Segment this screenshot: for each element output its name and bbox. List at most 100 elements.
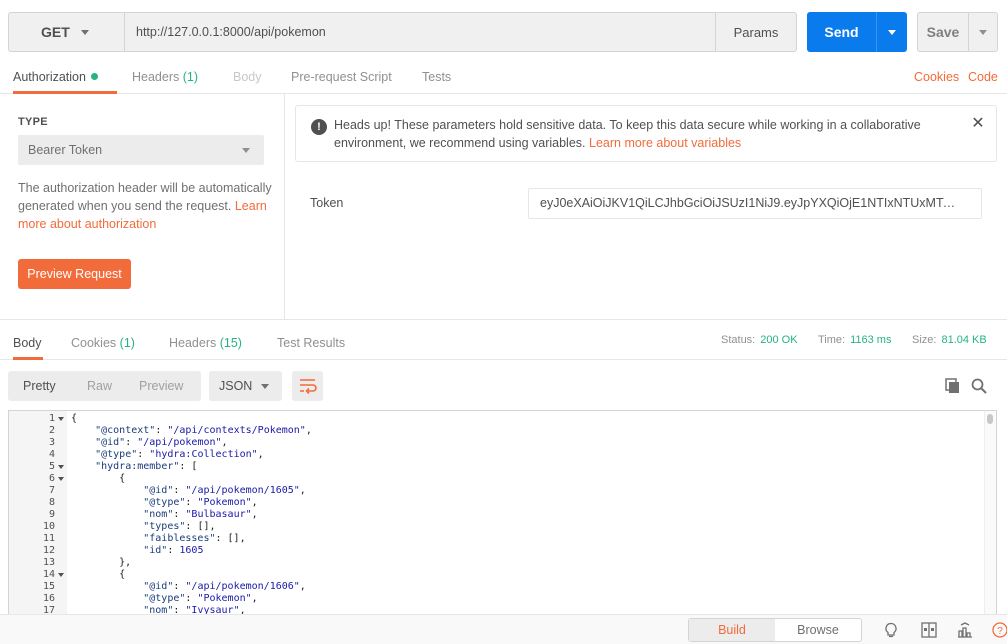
- line-number: 10: [42, 521, 55, 532]
- tab-response-headers-count: (15): [219, 336, 242, 350]
- chevron-down-icon: [261, 384, 269, 389]
- code-text: "faiblesses": [],: [143, 533, 246, 544]
- tab-response-body-label: Body: [13, 336, 42, 350]
- request-tabs: Authorization Headers (1) Body Pre-reque…: [0, 64, 1007, 94]
- svg-text:?: ?: [997, 626, 1003, 637]
- tab-headers[interactable]: Headers (1): [132, 64, 198, 94]
- fold-toggle-icon[interactable]: [58, 477, 64, 481]
- code-line: 5 "hydra:member": [: [9, 461, 969, 473]
- line-number: 17: [42, 605, 55, 614]
- lightbulb-icon[interactable]: [883, 622, 899, 638]
- build-mode-button[interactable]: Build: [689, 619, 775, 641]
- url-input[interactable]: http://127.0.0.1:8000/api/pokemon: [124, 12, 716, 52]
- tab-prerequest-script[interactable]: Pre-request Script: [291, 64, 392, 94]
- status-bar: Build Browse ?: [0, 614, 1007, 644]
- code-text: "nom": "Bulbasaur",: [143, 509, 258, 520]
- time-meta: Time: 1163 ms: [818, 334, 891, 346]
- tab-response-cookies-label: Cookies: [71, 336, 117, 350]
- code-line: 3 "@id": "/api/pokemon",: [9, 437, 969, 449]
- status-value[interactable]: 200 OK: [760, 334, 797, 346]
- size-value[interactable]: 81.04 KB: [941, 334, 986, 346]
- code-text: "id": 1605: [143, 545, 204, 556]
- time-value[interactable]: 1163 ms: [850, 334, 891, 346]
- code-line: 6 {: [9, 473, 969, 485]
- send-button[interactable]: Send: [807, 12, 907, 52]
- token-label: Token: [310, 196, 344, 210]
- code-text: "@type": "Pokemon",: [143, 497, 258, 508]
- line-number: 1: [48, 413, 55, 424]
- close-icon[interactable]: ✕: [970, 116, 986, 132]
- copy-icon[interactable]: [944, 377, 962, 395]
- save-label: Save: [926, 24, 960, 40]
- tab-response-headers-label: Headers: [169, 336, 217, 350]
- scrollbar-thumb[interactable]: [987, 414, 993, 424]
- line-number: 13: [42, 557, 55, 568]
- tab-tests-label: Tests: [422, 70, 452, 84]
- url-value: http://127.0.0.1:8000/api/pokemon: [136, 25, 326, 39]
- fold-toggle-icon[interactable]: [58, 417, 64, 421]
- fold-toggle-icon[interactable]: [58, 573, 64, 577]
- tab-response-cookies[interactable]: Cookies (1): [71, 330, 135, 360]
- search-icon[interactable]: [970, 377, 988, 395]
- chevron-down-icon: [81, 30, 89, 35]
- line-number: 8: [48, 497, 55, 508]
- status-meta: Status: 200 OK: [721, 334, 798, 346]
- sensitive-data-warning: ! Heads up! These parameters hold sensit…: [295, 105, 997, 162]
- response-body-editor[interactable]: 1 {2 "@context": "/api/contexts/Pokemon",…: [8, 410, 997, 614]
- browse-mode-button[interactable]: Browse: [775, 619, 861, 641]
- learn-variables-link[interactable]: Learn more about variables: [589, 136, 741, 150]
- code-line: 14 {: [9, 569, 969, 581]
- code-line: 13 },: [9, 557, 969, 569]
- line-number: 12: [42, 545, 55, 556]
- preview-button[interactable]: Preview: [139, 371, 183, 401]
- pretty-button[interactable]: Pretty: [23, 371, 56, 401]
- save-dropdown-icon[interactable]: [969, 13, 998, 51]
- help-icon[interactable]: ?: [992, 622, 1007, 638]
- code-text: {: [71, 473, 126, 484]
- preview-request-button[interactable]: Preview Request: [18, 259, 131, 289]
- token-input[interactable]: eyJ0eXAiOiJKV1QiLCJhbGciOiJSUzI1NiJ9.eyJ…: [528, 188, 982, 219]
- code-text: {: [71, 569, 126, 580]
- code-line: 2 "@context": "/api/contexts/Pokemon",: [9, 425, 969, 437]
- line-number: 2: [48, 425, 55, 436]
- pane-divider[interactable]: [0, 319, 1007, 320]
- code-text: "@type": "hydra:Collection",: [95, 449, 264, 460]
- line-number: 14: [42, 569, 55, 580]
- code-line: 8 "@type": "Pokemon",: [9, 497, 969, 509]
- auth-description-text: The authorization header will be automat…: [18, 181, 272, 213]
- raw-button[interactable]: Raw: [87, 371, 112, 401]
- scrollbar[interactable]: [984, 411, 996, 614]
- size-label: Size:: [912, 334, 937, 346]
- runner-icon[interactable]: [957, 622, 973, 638]
- tab-authorization[interactable]: Authorization: [13, 64, 117, 94]
- active-dot-icon: [90, 73, 98, 80]
- code-text: },: [71, 557, 132, 568]
- request-bar: GET http://127.0.0.1:8000/api/pokemon Pa…: [0, 0, 1007, 64]
- format-select[interactable]: JSON: [209, 371, 282, 401]
- tab-response-body[interactable]: Body: [13, 330, 43, 360]
- fold-toggle-icon[interactable]: [58, 465, 64, 469]
- time-label: Time:: [818, 334, 846, 346]
- tab-authorization-label: Authorization: [13, 70, 86, 84]
- wrap-lines-button[interactable]: [292, 371, 323, 401]
- send-dropdown-icon[interactable]: [877, 12, 907, 52]
- two-pane-icon[interactable]: [921, 622, 937, 638]
- tab-test-results[interactable]: Test Results: [277, 330, 345, 360]
- code-text: "@context": "/api/contexts/Pokemon",: [95, 425, 312, 436]
- code-link[interactable]: Code: [968, 64, 998, 94]
- auth-type-value: Bearer Token: [28, 143, 103, 157]
- auth-type-select[interactable]: Bearer Token: [18, 135, 264, 165]
- view-mode-group: Pretty Raw Preview: [8, 371, 201, 401]
- code-text: "@type": "Pokemon",: [143, 593, 258, 604]
- status-label: Status:: [721, 334, 756, 346]
- tab-tests[interactable]: Tests: [422, 64, 451, 94]
- method-select[interactable]: GET: [8, 12, 125, 52]
- tab-response-headers[interactable]: Headers (15): [169, 330, 242, 360]
- code-text: "nom": "Ivysaur",: [143, 605, 246, 614]
- params-button[interactable]: Params: [715, 12, 797, 52]
- tab-body[interactable]: Body: [233, 64, 262, 94]
- cookies-link[interactable]: Cookies: [914, 64, 959, 94]
- save-button[interactable]: Save: [917, 12, 998, 52]
- auth-description: The authorization header will be automat…: [18, 179, 273, 233]
- code-line: 7 "@id": "/api/pokemon/1605",: [9, 485, 969, 497]
